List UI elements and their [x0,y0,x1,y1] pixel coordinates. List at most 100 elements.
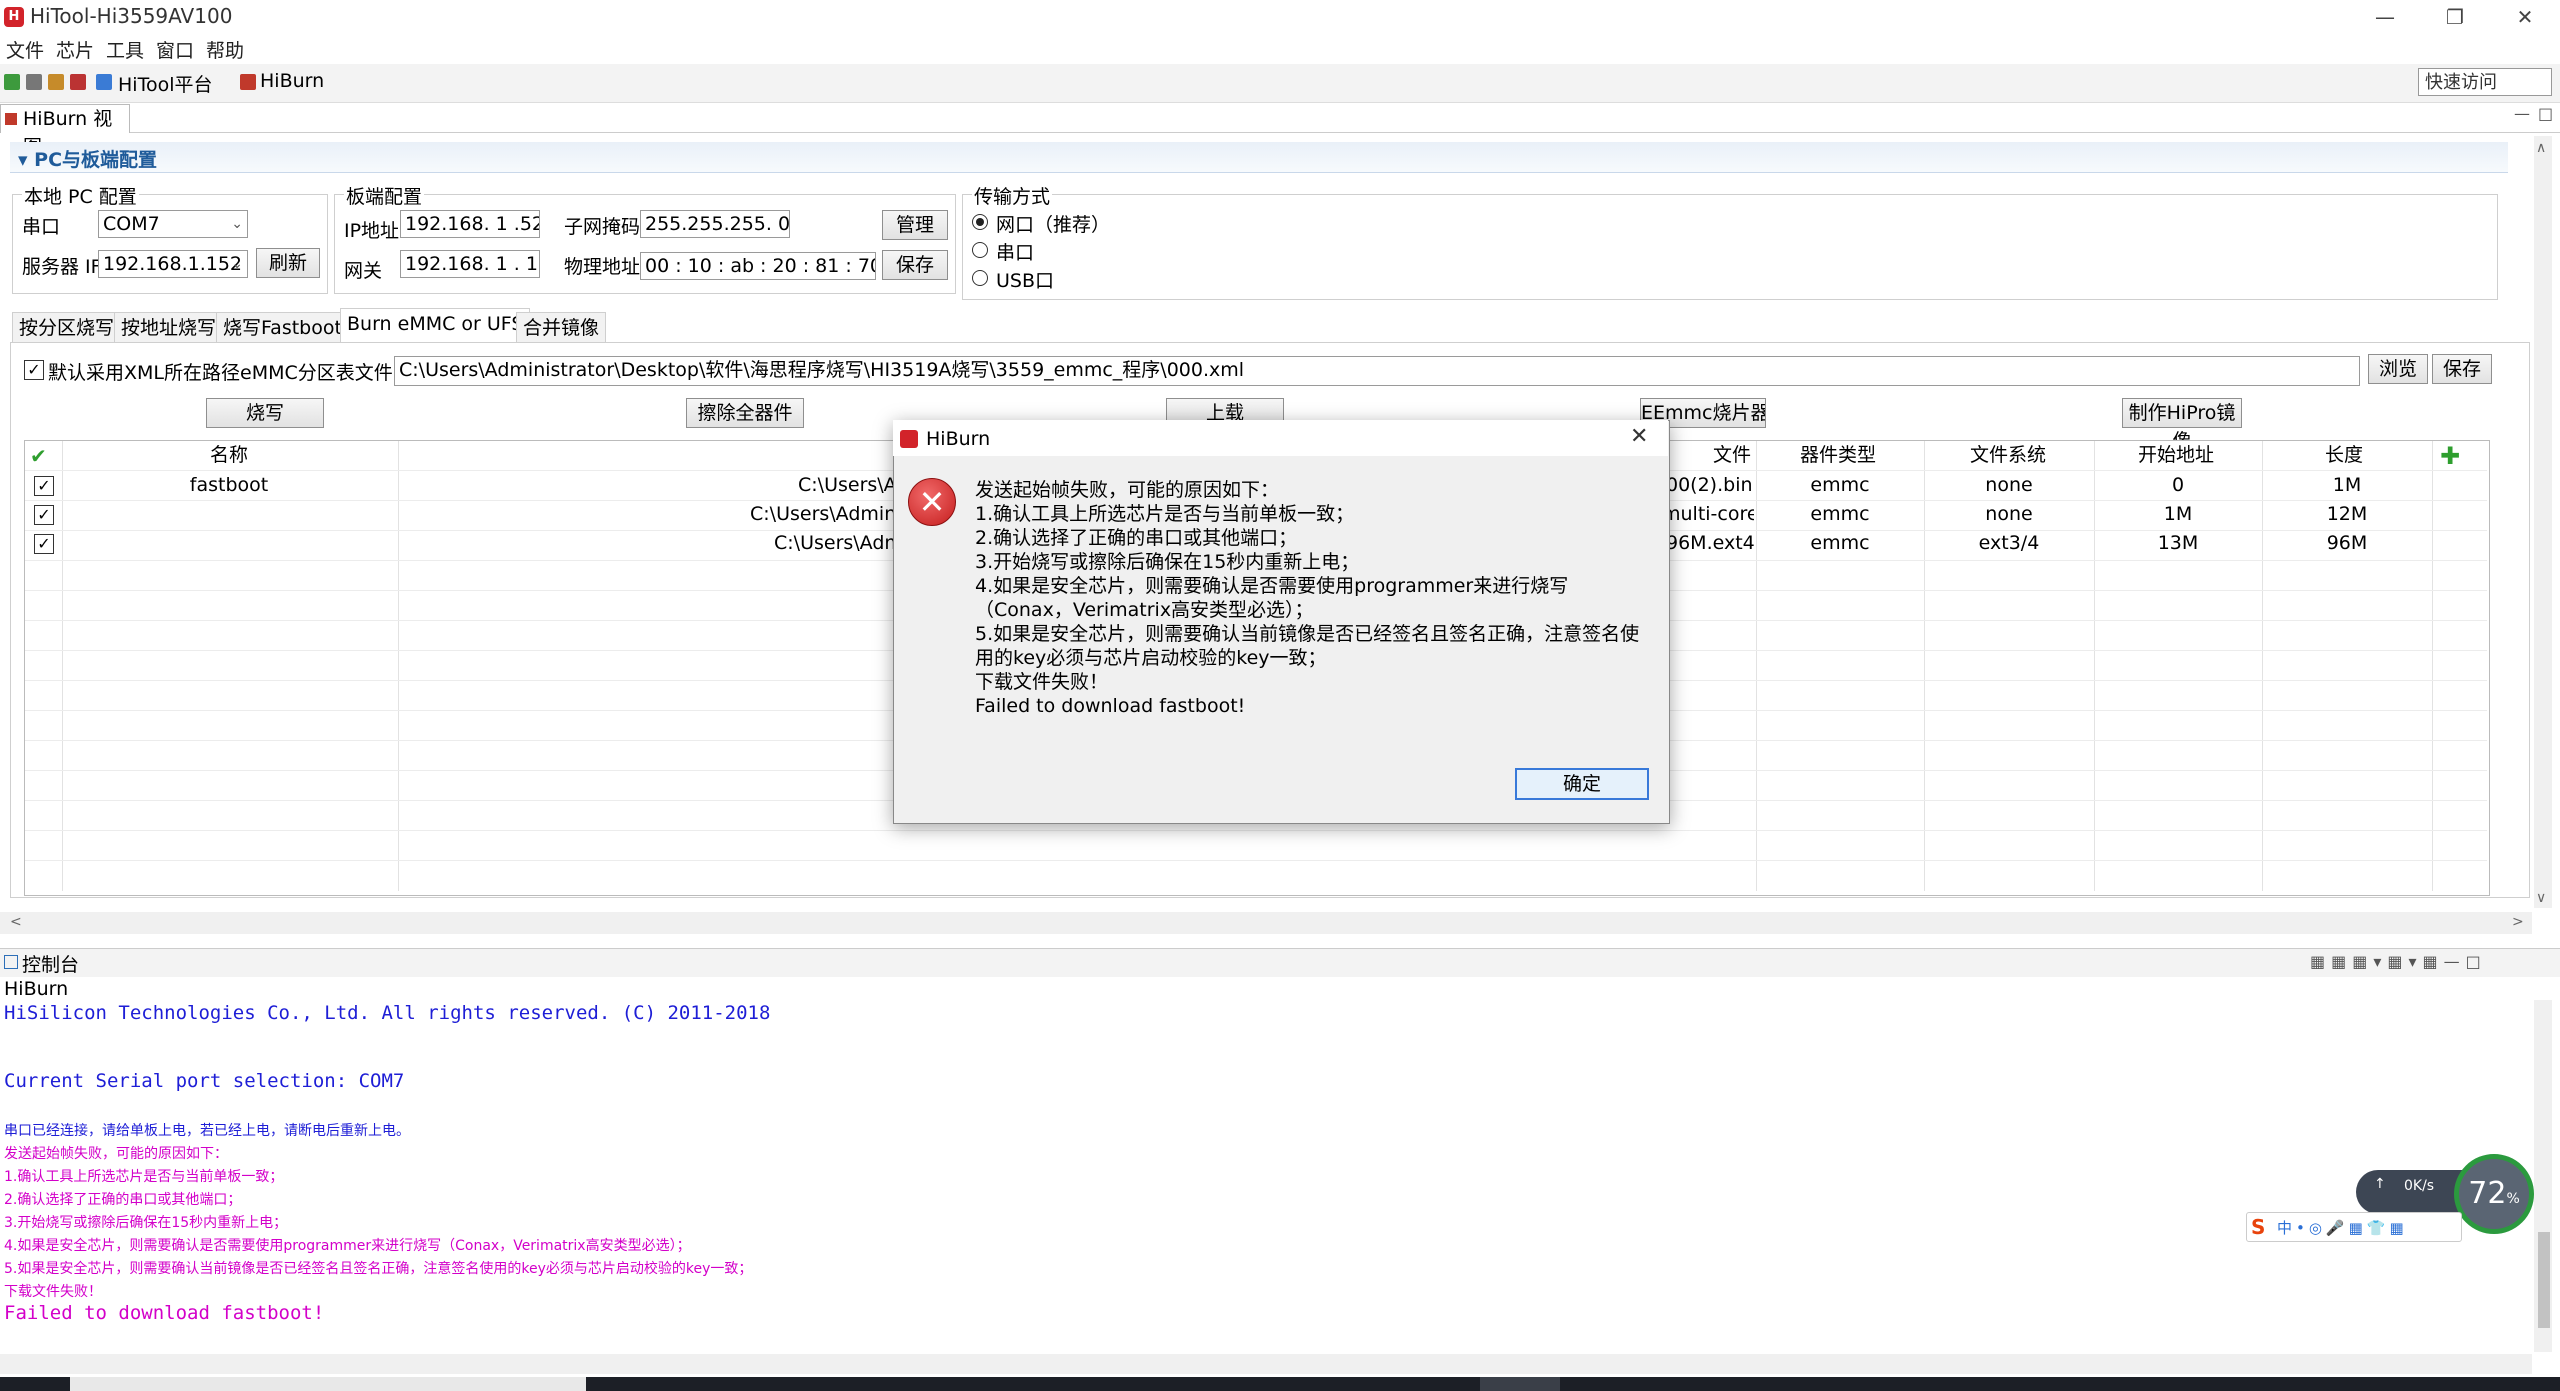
row-length[interactable]: 1M [2264,474,2430,496]
hiburn-icon[interactable] [240,74,256,90]
settings-icon[interactable] [48,74,64,90]
xml-path-input[interactable]: C:\Users\Administrator\Desktop\软件\海思程序烧写… [394,356,2360,386]
scroll-down-icon[interactable]: ∨ [2536,890,2546,906]
serial-port-select[interactable]: COM7 ⌄ [98,210,248,238]
tab-burn-by-partition[interactable]: 按分区烧写 [12,312,122,342]
console-horizontal-scrollbar[interactable] [0,1354,2532,1374]
mask-label: 子网掩码 [564,216,641,238]
radio-network[interactable] [972,214,988,230]
quick-access-input[interactable]: 快速访问 [2418,68,2552,96]
dialog-close-icon[interactable]: ✕ [1630,424,1648,449]
ime-toolbar[interactable]: S 中•◎🎤▦👕▦ [2246,1212,2462,1242]
taskbar-app[interactable] [70,1377,586,1391]
burn-button[interactable]: 烧写 [206,398,324,428]
row-length[interactable]: 96M [2264,532,2430,554]
row-file[interactable]: 96M.ext4 [1666,532,1754,554]
section-title[interactable]: ▾ PC与板端配置 [18,145,157,172]
row-divider [25,830,2487,831]
row-path[interactable]: C:\Users\Adm [774,532,898,554]
mask-input[interactable]: 255.255.255. 0 [640,210,790,238]
ip-label: IP地址 [344,220,400,242]
row-file[interactable]: multi-core [1662,503,1754,525]
ime-tool-icons[interactable]: 中•◎🎤▦👕▦ [2277,1217,2408,1238]
scroll-left-icon[interactable]: < [10,914,22,930]
row-path[interactable]: C:\Users\Ac [798,474,898,496]
make-hipro-image-button[interactable]: 制作HiPro镜像 [2122,398,2242,452]
view-vertical-scrollbar[interactable] [2534,136,2552,908]
view-minimize-icon[interactable]: — [2514,104,2530,123]
refresh-button[interactable]: 刷新 [256,248,320,278]
scroll-up-icon[interactable]: ∧ [2536,140,2546,156]
row-path[interactable]: C:\Users\Adminis [750,503,898,525]
hiburn-view-tab[interactable]: HiBurn 视图 [0,104,130,158]
restore-button[interactable]: ❐ [2420,0,2490,34]
taskbar-app[interactable] [1480,1377,1560,1391]
tab-merge-image[interactable]: 合并镜像 [516,312,607,342]
erase-all-button[interactable]: 擦除全器件 [686,398,804,428]
gateway-input[interactable]: 192.168. 1 . 1 [400,250,540,278]
row-fs[interactable]: none [1926,503,2092,525]
manage-button[interactable]: 管理 [882,210,948,240]
sogou-ime-icon[interactable]: S [2251,1215,2265,1239]
row-fs[interactable]: none [1926,474,2092,496]
tab-burn-by-address[interactable]: 按地址烧写 [114,312,224,342]
select-all-check-icon[interactable]: ✔ [30,444,47,468]
console-output[interactable] [0,1000,2540,1355]
scroll-right-icon[interactable]: > [2512,914,2524,930]
section-header[interactable] [10,142,2508,173]
chevron-down-icon: ⌄ [231,256,243,272]
radio-usb[interactable] [972,270,988,286]
tab-burn-fastboot[interactable]: 烧写Fastboot [216,312,349,342]
add-row-icon[interactable]: ✚ [2440,442,2460,470]
tab-burn-emmc-ufs[interactable]: Burn eMMC or UFS [340,308,531,342]
board-save-button[interactable]: 保存 [882,250,948,280]
console-toolbar-icons[interactable]: ▦▦▦▾▦▾▦—□ [2310,952,2487,971]
row-name[interactable]: fastboot [64,474,394,496]
view-maximize-icon[interactable]: □ [2538,104,2553,123]
view-horizontal-scrollbar[interactable] [0,912,2532,934]
xml-save-button[interactable]: 保存 [2432,354,2492,384]
hitool-platform-button[interactable]: HiTool平台 [118,70,212,97]
tool-icon[interactable] [70,74,86,90]
menu-chip[interactable]: 芯片 [56,36,94,63]
row-device[interactable]: emmc [1758,474,1922,496]
row-start[interactable]: 0 [2096,474,2260,496]
row-checkbox[interactable]: ✓ [34,534,54,554]
menu-help[interactable]: 帮助 [206,36,244,63]
close-window-button[interactable]: ✕ [2490,0,2560,34]
radio-serial[interactable] [972,242,988,258]
upload-arrow-icon: ↑ [2374,1176,2386,1192]
connect-icon[interactable] [4,74,20,90]
serial-label: 串口 [22,216,61,238]
row-device[interactable]: emmc [1758,503,1922,525]
chip-icon[interactable] [26,74,42,90]
home-icon[interactable] [96,74,112,90]
mac-input[interactable]: 00 : 10 : ab : 20 : 81 : 70 [640,252,876,280]
menu-file[interactable]: 文件 [6,36,44,63]
browse-button[interactable]: 浏览 [2368,354,2428,384]
use-xml-path-checkbox[interactable]: ✓ [24,360,44,380]
server-ip-select[interactable]: 192.168.1.152 ⌄ [98,250,248,278]
row-length[interactable]: 12M [2264,503,2430,525]
row-checkbox[interactable]: ✓ [34,505,54,525]
row-start[interactable]: 1M [2096,503,2260,525]
local-pc-title: 本地 PC 配置 [22,182,139,209]
dialog-app-icon [900,430,918,448]
minimize-button[interactable]: — [2350,0,2420,34]
ok-button[interactable]: 确定 [1515,768,1649,800]
col-length: 长度 [2324,444,2363,466]
row-fs[interactable]: ext3/4 [1926,532,2092,554]
row-start[interactable]: 13M [2096,532,2260,554]
hiburn-button[interactable]: HiBurn [260,70,324,92]
dialog-message-line: 4.如果是安全芯片，则需要确认是否需要使用programmer来进行烧写（Con… [975,575,1569,621]
console-tab[interactable]: 控制台 [22,950,79,977]
row-file[interactable]: 00(2).bin [1666,474,1754,496]
row-device[interactable]: emmc [1758,532,1922,554]
ip-input[interactable]: 192.168. 1 .52 [400,210,540,238]
row-checkbox[interactable]: ✓ [34,476,54,496]
console-scroll-thumb[interactable] [2538,1232,2550,1328]
cpu-usage-widget[interactable]: 72% [2454,1154,2534,1234]
menu-tools[interactable]: 工具 [106,36,144,63]
menu-window[interactable]: 窗口 [156,36,194,63]
console-line: HiSilicon Technologies Co., Ltd. All rig… [4,1002,771,1024]
